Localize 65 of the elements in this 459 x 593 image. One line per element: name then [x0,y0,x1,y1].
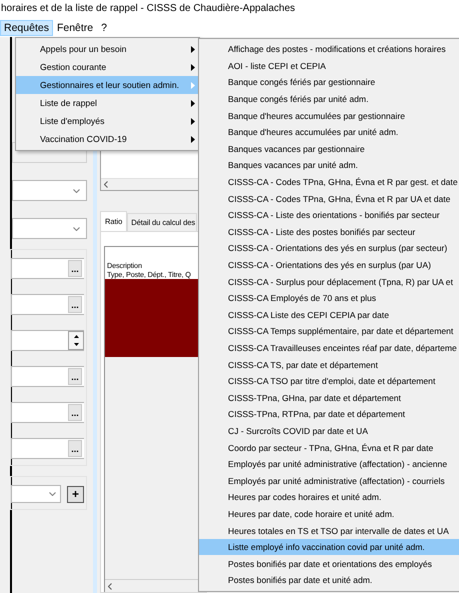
menu-item[interactable]: Postes bonifiés par date et unité adm. [199,572,459,589]
dropdown-field[interactable] [12,218,87,239]
menu-item[interactable]: CISSS-CA Employés de 70 ans et plus [199,290,459,306]
menu-item[interactable]: CISSS-CA Travailleuses enceintes réaf par date, départeme [199,340,459,356]
scroll-left-icon[interactable] [108,582,112,590]
chevron-down-icon [73,188,80,192]
menu-item[interactable]: CISSS-CA - Liste des orientations - bonifiés par secteur [199,206,459,224]
browse-button[interactable]: ... [68,296,82,313]
menu-item[interactable]: Postes bonifiés par date et orientations des employés [199,555,459,572]
spin-down-icon[interactable] [74,343,78,346]
window-title: horaires et de la liste de rappel - CISSS de Chaudière-Appalaches [0,0,459,18]
menu-item[interactable]: Heures par date, code horaire et unité adm. [199,506,459,522]
menu-item[interactable]: CISSS-CA Liste des CEPI CEPIA par date [199,306,459,324]
menu-item[interactable]: Appels pour un besoin [16,40,199,58]
menu-item[interactable]: Banque congés fériés par unité adm. [199,90,459,108]
menu-item[interactable]: Employés par unité administrative (affectation) - ancienne [199,456,459,472]
chevron-down-icon [73,226,80,230]
menu-item[interactable]: Banques vacances par unité adm. [199,157,459,174]
menu-bar-item[interactable]: Requêtes [0,20,53,36]
menu-item[interactable]: CISSS-CA - Surplus pour déplacement (Tpna, R) par UA et [199,273,459,290]
menu-item[interactable]: Employés par unité administrative (affectation) - courriels [199,472,459,490]
menu-item[interactable]: CISSS-TPna, GHna, par date et département [199,389,459,406]
browse-button[interactable]: ... [68,368,82,385]
menu-item[interactable]: CISSS-CA Temps supplémentaire, par date et département [199,323,459,340]
menu-item[interactable]: CISSS-CA - Liste des postes bonifiés par secteur [199,224,459,240]
scroll-left-icon[interactable] [104,181,108,188]
menu-item[interactable]: CISSS-CA TSO par titre d'emploi, date et département [199,372,459,390]
menu-item[interactable]: CISSS-TPna, RTPna, par date et département [199,406,459,423]
dropdown-field[interactable] [12,180,87,201]
input-field[interactable]: ... [11,258,84,279]
menu-item[interactable]: Listte employé info vaccination covid par unité adm. [199,538,459,556]
input-field[interactable]: ... [11,366,84,387]
menu-item[interactable]: AOI - liste CEPI et CEPIA [199,58,459,74]
menu-item[interactable]: Affichage des postes - modifications et créations horaires [199,41,459,58]
menu-bar-item[interactable]: Fenêtre [52,20,98,36]
input-field[interactable]: ... [11,402,84,423]
menu-item[interactable]: Liste d'employés [16,112,199,130]
input-field[interactable]: ... [11,294,84,315]
add-button[interactable]: + [67,486,84,502]
dropdown-field[interactable] [11,485,61,503]
menu-item[interactable]: CJ - Surcroîts COVID par date et UA [199,422,459,440]
menu-bar-item[interactable]: ? [97,20,111,36]
menu-item[interactable]: Banques vacances par gestionnaire [199,140,459,158]
input-field[interactable]: ... [11,438,84,459]
menu-item[interactable]: Heures totales en TS et TSO par intervalle de dates et UA [199,522,459,539]
spin-up-icon[interactable] [74,334,78,338]
menu-item[interactable]: Gestionnaires et leur soutien admin. [16,76,199,94]
menu-item[interactable]: CISSS-CA - Codes TPna, GHna, Évna et R par UA et date [199,190,459,207]
menu-item[interactable]: Coordo par secteur - TPna, GHna, Évna et R par date [199,439,459,456]
chevron-down-icon [49,492,56,496]
menu-item[interactable]: Banque d'heures accumulées par gestionnaire [199,107,459,124]
browse-button[interactable]: ... [68,260,82,277]
menu-item[interactable]: Liste de rappel [16,94,199,112]
menu-item[interactable]: CISSS-CA - Orientations des yés en surplus (par UA) [199,256,459,274]
menu-item[interactable]: Gestion courante [16,58,199,76]
browse-button[interactable]: ... [68,440,82,457]
menu-item[interactable]: Banque congés fériés par gestionnaire [199,74,459,91]
spinner-field[interactable] [11,330,84,351]
menu-item[interactable]: Banque d'heures accumulées par unité adm. [199,124,459,141]
browse-button[interactable]: ... [68,404,82,421]
menu-item[interactable]: CISSS-CA - Codes TPna, GHna, Évna et R par gest. et date [199,174,459,190]
menu-item[interactable]: Heures par codes horaires et unité adm. [199,489,459,506]
menu-item[interactable]: CISSS-CA - Orientations des yés en surplus (par secteur) [199,240,459,257]
menu-item[interactable]: Vaccination COVID-19 [16,130,199,148]
menu-item[interactable]: CISSS-CA TS, par date et département [199,356,459,373]
